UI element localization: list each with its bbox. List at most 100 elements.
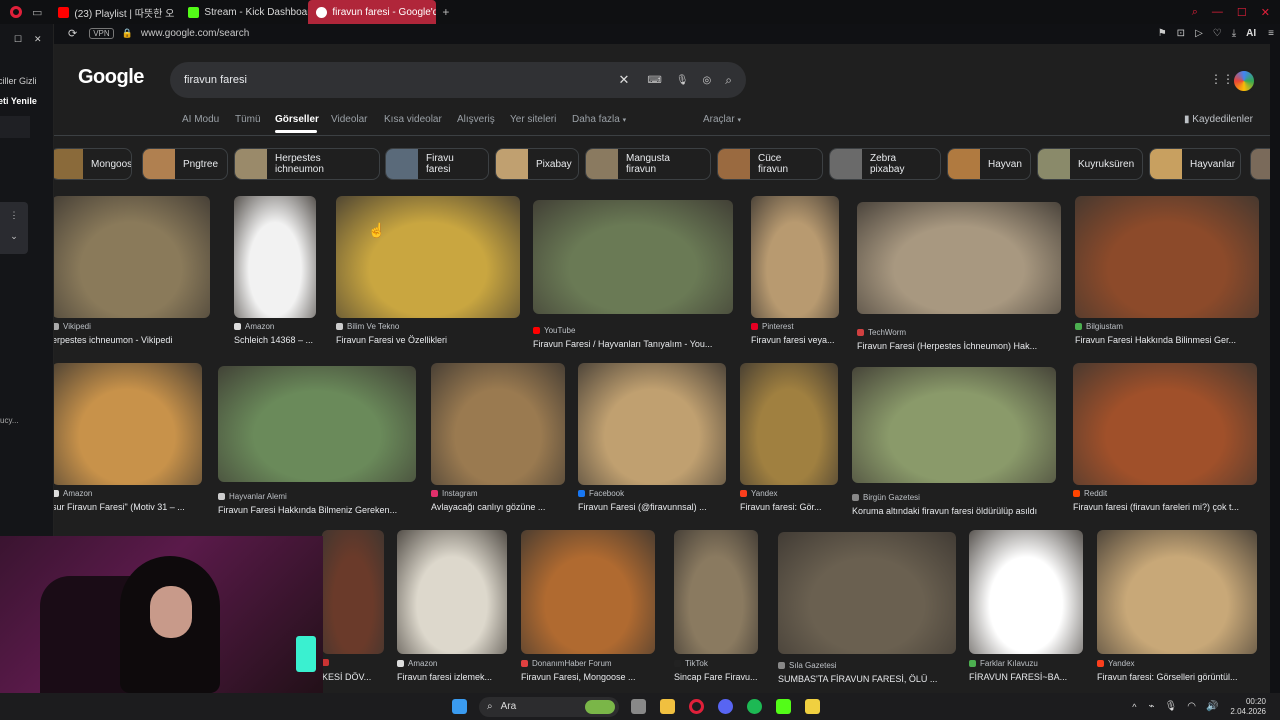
- result-image[interactable]: [1097, 530, 1257, 654]
- image-result[interactable]: Sıla Gazetesi SUMBAS'TA FİRAVUN FARESİ, Ö…: [778, 532, 956, 688]
- result-image[interactable]: [857, 202, 1061, 314]
- image-result[interactable]: Instagram Avlayacağı canlıyı gözüne ...: [431, 363, 565, 516]
- image-result[interactable]: Yandex Firavun faresi: Görselleri görüntü…: [1097, 530, 1257, 686]
- result-source[interactable]: Bilim Ve Tekno: [336, 322, 399, 331]
- result-title[interactable]: Firavun faresi (firavun fareleri mi?) ço…: [1073, 502, 1257, 512]
- result-title[interactable]: erpestes ichneumon - Vikipedi: [54, 335, 210, 345]
- chip-hayvanlar[interactable]: Hayvanlar: [1149, 148, 1241, 180]
- google-logo[interactable]: Google: [78, 66, 144, 89]
- result-title[interactable]: Firavun Faresi ve Özellikleri: [336, 335, 520, 345]
- tab-places[interactable]: Yer siteleri: [510, 114, 556, 125]
- result-title[interactable]: Sincap Fare Firavu...: [674, 672, 758, 682]
- result-image[interactable]: [218, 366, 416, 482]
- panel-restore-icon[interactable]: ☐: [14, 34, 22, 45]
- result-source[interactable]: Amazon: [54, 489, 92, 498]
- image-result[interactable]: DonanımHaber Forum Firavun Faresi, Mongoo…: [521, 530, 655, 686]
- result-title[interactable]: Firavun faresi veya...: [751, 335, 839, 345]
- image-result[interactable]: Reddit Firavun faresi (firavun fareleri m…: [1073, 363, 1257, 516]
- snapshot-icon[interactable]: ⊡: [1177, 28, 1185, 39]
- result-source[interactable]: Vikipedi: [54, 322, 91, 331]
- image-result[interactable]: TikTok Sincap Fare Firavu...: [674, 530, 758, 686]
- tab-short-videos[interactable]: Kısa videolar: [384, 114, 442, 125]
- chip-hayvan[interactable]: Hayvan: [947, 148, 1031, 180]
- result-source[interactable]: DonanımHaber Forum: [521, 659, 612, 668]
- result-image[interactable]: [969, 530, 1083, 654]
- heart-icon[interactable]: ♡: [1213, 28, 1222, 39]
- image-result[interactable]: Pinterest Firavun faresi veya...: [751, 196, 839, 349]
- result-title[interactable]: Avlayacağı canlıyı gözüne ...: [431, 502, 565, 512]
- tab-list-icon[interactable]: ▭: [32, 6, 42, 19]
- result-image[interactable]: [674, 530, 758, 654]
- result-source[interactable]: TechWorm: [857, 328, 906, 337]
- image-result[interactable]: Amazon Schleich 14368 – ...: [234, 196, 316, 349]
- result-title[interactable]: SUMBAS'TA FİRAVUN FARESİ, ÖLÜ ...: [778, 674, 956, 684]
- result-source[interactable]: Yandex: [1097, 659, 1135, 668]
- minimize-button[interactable]: —: [1212, 6, 1223, 18]
- result-source[interactable]: TikTok: [674, 659, 708, 668]
- image-result[interactable]: Farklar Kılavuzu FİRAVUN FARESİ~BA...: [969, 530, 1083, 686]
- result-source[interactable]: YouTube: [533, 326, 575, 335]
- maximize-button[interactable]: ☐: [1237, 6, 1247, 19]
- apps-grid-icon[interactable]: ⋮⋮: [1210, 72, 1234, 86]
- tab-images[interactable]: Görseller: [275, 114, 319, 125]
- obs-icon[interactable]: [805, 699, 820, 714]
- tab-all[interactable]: Tümü: [235, 114, 261, 125]
- result-image[interactable]: [1073, 363, 1257, 485]
- spotify-icon[interactable]: [747, 699, 762, 714]
- result-title[interactable]: Firavun faresi: Gör...: [740, 502, 838, 512]
- result-image[interactable]: [1075, 196, 1259, 318]
- search-icon[interactable]: ⌕: [725, 73, 732, 88]
- result-source[interactable]: Pinterest: [751, 322, 794, 331]
- tab-shopping[interactable]: Alışveriş: [457, 114, 495, 125]
- task-view-icon[interactable]: [631, 699, 646, 714]
- result-source[interactable]: Hayvanlar Alemi: [218, 492, 287, 501]
- result-image[interactable]: [521, 530, 655, 654]
- image-result[interactable]: Yandex Firavun faresi: Gör...: [740, 363, 838, 516]
- result-image[interactable]: [533, 200, 733, 314]
- result-source[interactable]: Birgün Gazetesi: [852, 493, 920, 502]
- menu-icon[interactable]: ≡: [1268, 28, 1274, 39]
- tray-chevron-icon[interactable]: ^: [1132, 702, 1136, 712]
- chip-mangusta[interactable]: Mangusta firavun: [585, 148, 711, 180]
- image-result[interactable]: TechWorm Firavun Faresi (Herpestes İchneu…: [857, 202, 1061, 355]
- bookmark-icon[interactable]: ⚑: [1158, 28, 1167, 39]
- taskbar-search[interactable]: ⌕ Ara: [479, 696, 619, 717]
- result-source[interactable]: Reddit: [1073, 489, 1107, 498]
- result-title[interactable]: Firavun Faresi Hakkında Bilmeniz Gereken…: [218, 505, 416, 515]
- microphone-icon[interactable]: 🎙: [676, 75, 689, 86]
- microphone-tray-icon[interactable]: 🎙: [1165, 701, 1178, 712]
- vpn-badge[interactable]: VPN: [89, 28, 114, 39]
- keyboard-icon[interactable]: ⌨: [647, 75, 661, 86]
- chip-pngtree[interactable]: Pngtree: [142, 148, 228, 180]
- new-tab-button[interactable]: +: [442, 5, 449, 19]
- chip-firavu-faresi[interactable]: Firavu faresi: [385, 148, 489, 180]
- result-title[interactable]: KESİ DÖV...: [322, 672, 384, 682]
- image-result[interactable]: Birgün Gazetesi Koruma altındaki firavun …: [852, 367, 1056, 520]
- image-result[interactable]: Hayvanlar Alemi Firavun Faresi Hakkında B…: [218, 366, 416, 519]
- panel-close-icon[interactable]: ✕: [34, 34, 42, 45]
- result-image[interactable]: [322, 530, 384, 654]
- result-source[interactable]: [322, 659, 333, 666]
- result-source[interactable]: Farklar Kılavuzu: [969, 659, 1038, 668]
- chip-herpestes[interactable]: Herpestes ichneumon: [234, 148, 380, 180]
- result-source[interactable]: Facebook: [578, 489, 624, 498]
- tab-more[interactable]: Daha fazla ▾: [572, 114, 626, 125]
- tools-button[interactable]: Araçlar ▾: [703, 114, 741, 125]
- result-title[interactable]: Firavun Faresi Hakkında Bilinmesi Ger...: [1075, 335, 1259, 345]
- ai-button[interactable]: AI: [1246, 28, 1256, 39]
- network-icon[interactable]: ⌁: [1148, 701, 1154, 712]
- result-image[interactable]: [234, 196, 316, 318]
- chip-next[interactable]: [1250, 148, 1270, 180]
- result-source[interactable]: Amazon: [397, 659, 437, 668]
- chip-kuyruksuren[interactable]: Kuyruksüren: [1037, 148, 1143, 180]
- chip-zebra[interactable]: Zebra pixabay: [829, 148, 941, 180]
- result-title[interactable]: Firavun Faresi / Hayvanları Tanıyalım - …: [533, 339, 733, 349]
- result-title[interactable]: Koruma altındaki firavun faresi öldürülü…: [852, 506, 1056, 516]
- account-avatar[interactable]: [1232, 69, 1256, 93]
- result-image[interactable]: [397, 530, 507, 654]
- result-title[interactable]: Firavun faresi: Görselleri görüntül...: [1097, 672, 1257, 682]
- result-image[interactable]: [740, 363, 838, 485]
- result-image[interactable]: [431, 363, 565, 485]
- result-image[interactable]: [778, 532, 956, 654]
- opera-logo-icon[interactable]: [10, 6, 22, 18]
